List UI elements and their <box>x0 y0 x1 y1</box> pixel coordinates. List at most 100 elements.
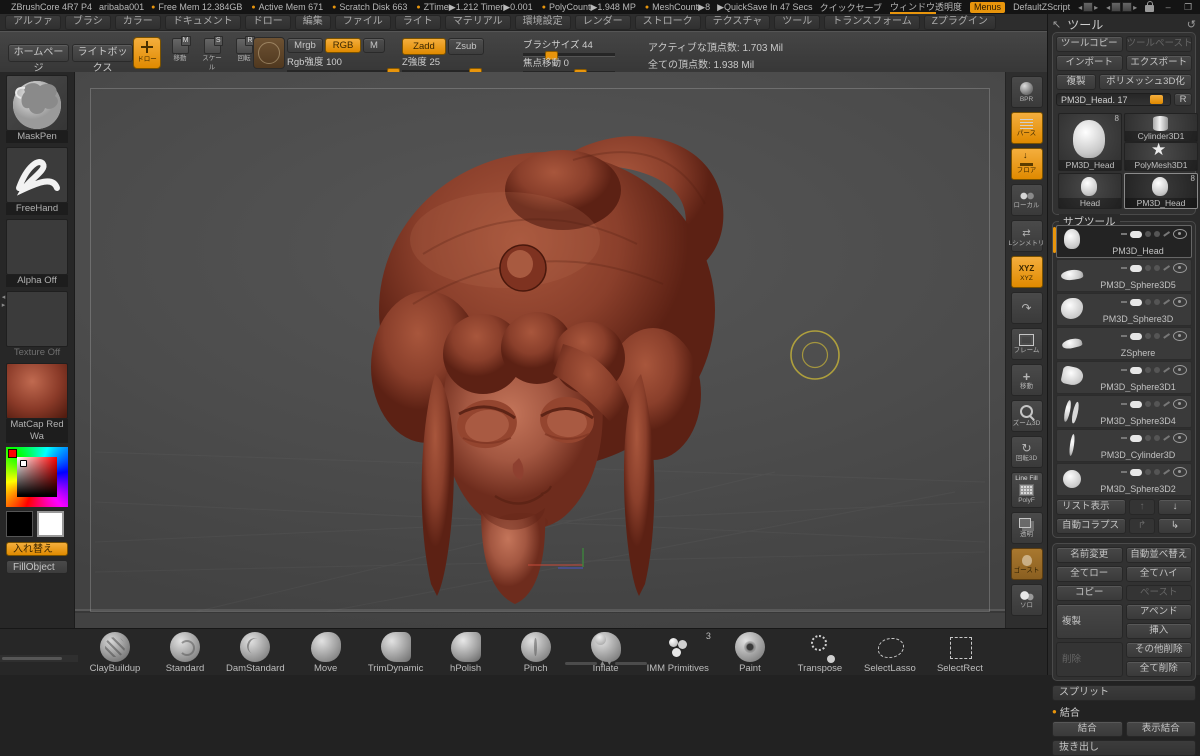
rgb-intensity-slider[interactable]: Rgb強度 100 <box>287 54 393 74</box>
collapse-icon[interactable] <box>1121 233 1127 235</box>
subtool-item[interactable]: PM3D_Sphere3D5 <box>1056 259 1192 292</box>
menu-item[interactable]: ファイル <box>335 15 391 30</box>
toggle-icon[interactable] <box>1145 299 1151 305</box>
alpha-slot[interactable]: Alpha Off <box>6 219 68 287</box>
extract-section-header[interactable]: 抜き出し <box>1052 740 1196 756</box>
switch-color-button[interactable]: 入れ替え <box>6 542 68 556</box>
collapse-icon[interactable] <box>1121 471 1127 473</box>
collapse-icon[interactable] <box>1121 335 1127 337</box>
left-tray-toggle-icon[interactable]: ◂▸ <box>1078 2 1098 12</box>
append-button[interactable]: アペンド <box>1126 604 1193 620</box>
subtool-toggles[interactable] <box>1121 229 1187 239</box>
paste-button[interactable]: ペースト <box>1126 585 1193 601</box>
eye-icon[interactable] <box>1173 433 1187 443</box>
menu-item[interactable]: 編集 <box>295 15 331 30</box>
menu-item[interactable]: トランスフォーム <box>824 15 920 30</box>
brush-preview-icon[interactable] <box>253 37 285 69</box>
toggle-icon[interactable] <box>1154 367 1160 373</box>
visibility-pill-icon[interactable] <box>1130 333 1142 340</box>
collapse-icon[interactable] <box>1121 301 1127 303</box>
make-polymesh-button[interactable]: ポリメッシュ3D化 <box>1099 74 1192 90</box>
menu-item[interactable]: テクスチャ <box>705 15 771 30</box>
brush-tray-item[interactable]: Transpose <box>785 632 855 674</box>
sculpt-canvas[interactable] <box>75 72 1005 628</box>
shelf-toggle-button[interactable]: ゴースト <box>1011 548 1043 580</box>
shelf-toggle-button[interactable]: Line Fill PolyF <box>1011 472 1043 508</box>
subtool-item[interactable]: PM3D_Sphere3D <box>1056 293 1192 326</box>
brush-toggle-icon[interactable] <box>1163 299 1170 304</box>
palette-reset-icon[interactable]: ↺ <box>1187 18 1196 31</box>
toggle-icon[interactable] <box>1145 367 1151 373</box>
toggle-icon[interactable] <box>1154 333 1160 339</box>
subtool-toggles[interactable] <box>1121 399 1187 409</box>
menu-item[interactable]: Zプラグイン <box>924 15 996 30</box>
menu-item[interactable]: アルファ <box>5 15 61 30</box>
move-down-button[interactable]: ↓ <box>1158 499 1192 515</box>
active-tool-slider[interactable]: PM3D_Head. 17 <box>1056 93 1171 106</box>
visibility-pill-icon[interactable] <box>1130 265 1142 272</box>
tray-scrollbar-left[interactable] <box>0 655 78 662</box>
primary-color-swatch[interactable] <box>37 511 64 537</box>
brush-toggle-icon[interactable] <box>1163 265 1170 270</box>
m-button[interactable]: M <box>363 38 385 53</box>
default-zscript-button[interactable]: DefaultZScript <box>1013 2 1070 12</box>
shelf-toggle-button[interactable]: パース <box>1011 112 1043 144</box>
collapse-icon[interactable] <box>1121 437 1127 439</box>
menu-item[interactable]: レンダー <box>575 15 631 30</box>
merge-button[interactable]: 結合 <box>1052 721 1123 737</box>
collapse-icon[interactable] <box>1121 403 1127 405</box>
subtool-toggles[interactable] <box>1121 263 1187 273</box>
toggle-icon[interactable] <box>1145 265 1151 271</box>
color-picker[interactable] <box>6 447 68 507</box>
tool-duplicate-button[interactable]: 複製 <box>1056 74 1096 90</box>
brush-tray-item[interactable]: Pinch <box>501 632 571 674</box>
lock-icon[interactable] <box>1145 5 1154 12</box>
shelf-toggle-button[interactable]: ソロ <box>1011 584 1043 616</box>
texture-slot[interactable]: Texture Off <box>6 291 68 359</box>
brush-tray-item[interactable]: ClayBuildup <box>80 632 150 674</box>
restore-button[interactable]: ❐ <box>1182 2 1194 13</box>
list-view-button[interactable]: リスト表示 <box>1056 499 1126 515</box>
current-brush-slot[interactable]: MaskPen <box>6 75 68 143</box>
menu-item[interactable]: ライト <box>395 15 441 30</box>
toggle-icon[interactable] <box>1154 299 1160 305</box>
brush-size-slider[interactable]: ブラシサイズ 44 <box>523 37 615 57</box>
toggle-icon[interactable] <box>1154 435 1160 441</box>
merge-visible-button[interactable]: 表示結合 <box>1126 721 1197 737</box>
menu-item[interactable]: ドキュメント <box>165 15 241 30</box>
collapse-icon[interactable] <box>1121 267 1127 269</box>
shelf-toggle-button[interactable]: Lシンメトリ <box>1011 220 1043 252</box>
material-slot[interactable]: MatCap Red Wa <box>6 363 68 443</box>
current-stroke-slot[interactable]: FreeHand <box>6 147 68 215</box>
z-intensity-slider[interactable]: Z強度 25 <box>402 54 482 74</box>
subtool-item[interactable]: PM3D_Sphere3D1 <box>1056 361 1192 394</box>
all-low-button[interactable]: 全てロー <box>1056 566 1123 582</box>
shelf-toggle-button[interactable]: 回転3D <box>1011 436 1043 468</box>
eye-icon[interactable] <box>1173 331 1187 341</box>
menu-item[interactable]: ストローク <box>635 15 701 30</box>
brush-tray-item[interactable]: hPolish <box>431 632 501 674</box>
delete-other-button[interactable]: その他削除 <box>1126 642 1193 658</box>
palette-cursor-icon[interactable]: ↖ <box>1052 18 1061 31</box>
visibility-pill-icon[interactable] <box>1130 299 1142 306</box>
brush-tray-item[interactable]: Move <box>291 632 361 674</box>
toggle-icon[interactable] <box>1154 401 1160 407</box>
import-button[interactable]: インポート <box>1056 55 1123 71</box>
brush-tray-item[interactable]: SelectLasso <box>855 632 925 674</box>
merge-section-header[interactable]: ● 結合 <box>1052 704 1196 719</box>
r-button[interactable]: R <box>1174 93 1192 106</box>
toggle-icon[interactable] <box>1145 401 1151 407</box>
shelf-toggle-button[interactable]: 移動 <box>1011 364 1043 396</box>
right-tray-toggle-icon[interactable]: ◂▸ <box>1106 2 1137 12</box>
visibility-pill-icon[interactable] <box>1130 401 1142 408</box>
duplicate-button[interactable]: 複製 <box>1056 604 1123 639</box>
tool-thumb-cylinder[interactable]: Cylinder3D1 <box>1124 113 1198 142</box>
menu-item[interactable]: ツール <box>774 15 820 30</box>
subtool-item[interactable]: ZSphere <box>1056 327 1192 360</box>
shelf-toggle-button[interactable]: BPR <box>1011 76 1043 108</box>
zadd-button[interactable]: Zadd <box>402 38 446 55</box>
toggle-icon[interactable] <box>1154 265 1160 271</box>
subtool-toggles[interactable] <box>1121 331 1187 341</box>
tool-paste-button[interactable]: ツールペースト <box>1126 36 1193 52</box>
shelf-toggle-button[interactable]: XYZ XYZ <box>1011 256 1043 288</box>
